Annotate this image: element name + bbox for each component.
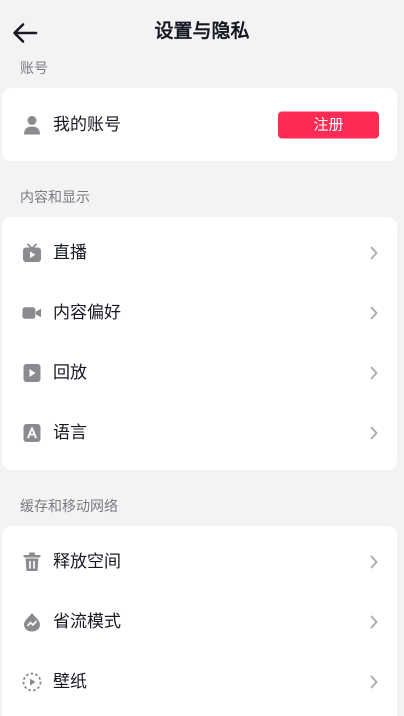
chevron-right-icon [369,245,379,261]
card-account: 我的账号 注册 [2,88,397,161]
section-label-cache: 缓存和移动网络 [20,499,118,515]
chevron-right-icon [369,305,379,321]
row-live[interactable]: 直播 [2,223,397,283]
chevron-right-icon [369,425,379,441]
chevron-right-icon [369,614,379,630]
play-icon [22,363,42,383]
row-label: 回放 [53,363,87,383]
row-label: 语言 [53,423,87,443]
row-wallpaper[interactable]: 壁纸 [2,652,397,712]
chevron-right-icon [369,365,379,381]
row-label: 内容偏好 [53,303,121,323]
header: 设置与隐私 [0,0,404,62]
section-label-content: 内容和显示 [20,190,90,206]
section-label-account: 账号 [20,61,48,77]
row-my-account[interactable]: 我的账号 注册 [2,88,397,161]
row-data-saver[interactable]: 省流模式 [2,592,397,652]
row-content-preference[interactable]: 内容偏好 [2,283,397,343]
row-label: 直播 [53,243,87,263]
chevron-right-icon [369,554,379,570]
language-icon [22,423,42,443]
row-label: 省流模式 [53,612,121,632]
row-label: 我的账号 [53,114,121,135]
video-camera-icon [22,303,42,323]
row-playback[interactable]: 回放 [2,343,397,403]
user-icon [22,115,42,135]
row-language[interactable]: 语言 [2,403,397,463]
trash-icon [22,552,42,572]
page-title: 设置与隐私 [154,20,250,42]
row-free-space[interactable]: 释放空间 [2,532,397,592]
wallpaper-icon [22,672,42,692]
card-cache: 释放空间 省流模式 壁纸 [2,526,397,716]
register-button[interactable]: 注册 [278,111,379,138]
tv-icon [22,243,42,263]
row-label: 壁纸 [53,672,87,692]
data-saver-icon [22,612,42,632]
row-label: 释放空间 [53,552,121,572]
card-content: 直播 内容偏好 回放 语言 [2,217,397,470]
chevron-right-icon [369,674,379,690]
